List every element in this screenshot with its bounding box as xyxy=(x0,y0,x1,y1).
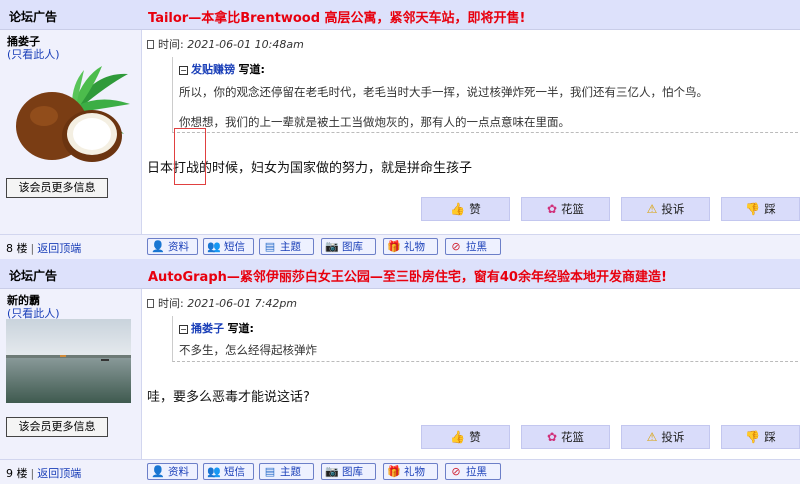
quote-header: − 发贴赚镑 写道: xyxy=(179,61,265,77)
block-button[interactable]: ⊘ 拉黑 xyxy=(445,463,501,480)
flower-icon: ✿ xyxy=(546,430,558,444)
post-floor-9: 论坛广告 AutoGraph—紧邻伊丽莎白女王公园—至三卧房住宅，窗有40余年经… xyxy=(0,259,800,484)
quote-line: 所以，你的观念还停留在老毛时代，老毛当时大手一挥，说过核弹炸死一半，我们还有三亿… xyxy=(179,85,708,99)
block-icon: ⊘ xyxy=(451,465,461,478)
topics-button[interactable]: ▤ 主题 xyxy=(259,463,314,480)
camera-icon: 📷 xyxy=(325,465,339,478)
like-button[interactable]: 👍 赞 xyxy=(421,197,510,221)
people-icon: 👥 xyxy=(207,465,221,478)
sky xyxy=(6,319,131,357)
flower-basket-button[interactable]: ✿ 花篮 xyxy=(521,425,610,449)
forum-ad-label: 论坛广告 xyxy=(9,269,58,283)
topics-button[interactable]: ▤ 主题 xyxy=(259,238,314,255)
floor-number: 8 楼 xyxy=(6,242,28,255)
post-meta: 时间: 2021-06-01 10:48am xyxy=(147,36,304,52)
quote-author[interactable]: 发贴赚镑 xyxy=(191,63,235,76)
collapse-icon[interactable]: − xyxy=(179,66,188,75)
warning-icon: ⚠ xyxy=(646,202,658,216)
floor-info: 9 楼 | 返回顶端 xyxy=(6,467,82,480)
topics-icon: ▤ xyxy=(264,240,276,253)
thumbs-up-icon: 👍 xyxy=(450,430,466,444)
avatar xyxy=(16,66,130,162)
back-to-top-link[interactable]: 返回顶端 xyxy=(37,242,81,255)
document-icon xyxy=(147,299,154,308)
collapse-icon[interactable]: − xyxy=(179,325,188,334)
time-label: 时间: xyxy=(158,38,188,51)
thumbs-up-icon: 👍 xyxy=(450,202,466,216)
quote-wrote-label: 写道: xyxy=(238,63,265,76)
gallery-button[interactable]: 📷 图库 xyxy=(321,238,376,255)
quote-block: − 捅娄子 写道: 不多生，怎么经得起核弹炸 xyxy=(172,316,798,362)
forum-ad-link[interactable]: Tailor—本拿比Brentwood 高层公寓，紧邻天车站，即将开售! xyxy=(148,7,525,26)
quote-line: 你想想，我们的上一辈就是被土工当做炮灰的，那有人的一点点意味在里面。 xyxy=(179,115,570,129)
post-footer: 8 楼 | 返回顶端 👤 资料 👥 短信 ▤ 主题 📷 图库 🎁 礼物 ⊘ 拉黑 xyxy=(0,234,800,259)
gift-icon: 🎁 xyxy=(387,240,401,253)
warning-icon: ⚠ xyxy=(646,430,658,444)
forum-ad-link[interactable]: AutoGraph—紧邻伊丽莎白女王公园—至三卧房住宅，窗有40余年经验本地开发… xyxy=(148,266,667,285)
report-button[interactable]: ⚠ 投诉 xyxy=(621,197,710,221)
gift-button[interactable]: 🎁 礼物 xyxy=(383,238,438,255)
camera-icon: 📷 xyxy=(325,240,339,253)
people-icon: 👥 xyxy=(207,240,221,253)
quote-block: − 发贴赚镑 写道: 所以，你的观念还停留在老毛时代，老毛当时大手一挥，说过核弹炸… xyxy=(172,57,798,133)
quote-wrote-label: 写道: xyxy=(227,322,254,335)
only-this-author-link[interactable]: (只看此人) xyxy=(7,46,60,62)
flower-basket-button[interactable]: ✿ 花篮 xyxy=(521,197,610,221)
member-more-info-button[interactable]: 该会员更多信息 xyxy=(6,417,108,437)
forum-ad-row: 论坛广告 AutoGraph—紧邻伊丽莎白女王公园—至三卧房住宅，窗有40余年经… xyxy=(0,259,800,289)
like-button[interactable]: 👍 赞 xyxy=(421,425,510,449)
post-content: 哇，要多么恶毒才能说这话? xyxy=(147,390,310,405)
person-icon: 👤 xyxy=(151,465,165,478)
topics-icon: ▤ xyxy=(264,465,276,478)
report-button[interactable]: ⚠ 投诉 xyxy=(621,425,710,449)
message-button[interactable]: 👥 短信 xyxy=(203,463,254,480)
dislike-button[interactable]: 👎 踩 xyxy=(721,425,800,449)
highlight-box xyxy=(174,128,206,185)
post-meta: 时间: 2021-06-01 7:42pm xyxy=(147,295,297,311)
member-more-info-button[interactable]: 该会员更多信息 xyxy=(6,178,108,198)
message-button[interactable]: 👥 短信 xyxy=(203,238,254,255)
quote-author[interactable]: 捅娄子 xyxy=(191,322,224,335)
floor-info: 8 楼 | 返回顶端 xyxy=(6,242,82,255)
gift-button[interactable]: 🎁 礼物 xyxy=(383,463,438,480)
post-floor-8: 论坛广告 Tailor—本拿比Brentwood 高层公寓，紧邻天车站，即将开售… xyxy=(0,0,800,259)
person-icon: 👤 xyxy=(151,240,165,253)
author-sidebar: 新的霸 (只看此人) 该会员更多信息 xyxy=(0,289,142,459)
block-button[interactable]: ⊘ 拉黑 xyxy=(445,238,501,255)
profile-button[interactable]: 👤 资料 xyxy=(147,463,198,480)
flower-icon: ✿ xyxy=(546,202,558,216)
gallery-button[interactable]: 📷 图库 xyxy=(321,463,376,480)
time-label: 时间: xyxy=(158,297,188,310)
gift-icon: 🎁 xyxy=(387,465,401,478)
block-icon: ⊘ xyxy=(451,240,461,253)
forum-ad-row: 论坛广告 Tailor—本拿比Brentwood 高层公寓，紧邻天车站，即将开售… xyxy=(0,0,800,30)
post-footer: 9 楼 | 返回顶端 👤 资料 👥 短信 ▤ 主题 📷 图库 🎁 礼物 ⊘ 拉黑 xyxy=(0,459,800,484)
quote-header: − 捅娄子 写道: xyxy=(179,320,254,336)
quote-line: 不多生，怎么经得起核弹炸 xyxy=(179,343,317,357)
post-time: 2021-06-01 10:48am xyxy=(187,38,304,51)
document-icon xyxy=(147,40,154,49)
forum-ad-label: 论坛广告 xyxy=(9,10,58,24)
dislike-button[interactable]: 👎 踩 xyxy=(721,197,800,221)
floor-number: 9 楼 xyxy=(6,467,28,480)
back-to-top-link[interactable]: 返回顶端 xyxy=(37,467,81,480)
sea xyxy=(6,357,131,403)
thumbs-down-icon: 👎 xyxy=(745,430,761,444)
author-sidebar: 捅娄子 (只看此人) 该会员更多信息 xyxy=(0,30,142,234)
post-time: 2021-06-01 7:42pm xyxy=(187,297,298,310)
avatar xyxy=(6,319,131,403)
thumbs-down-icon: 👎 xyxy=(745,202,761,216)
profile-button[interactable]: 👤 资料 xyxy=(147,238,198,255)
